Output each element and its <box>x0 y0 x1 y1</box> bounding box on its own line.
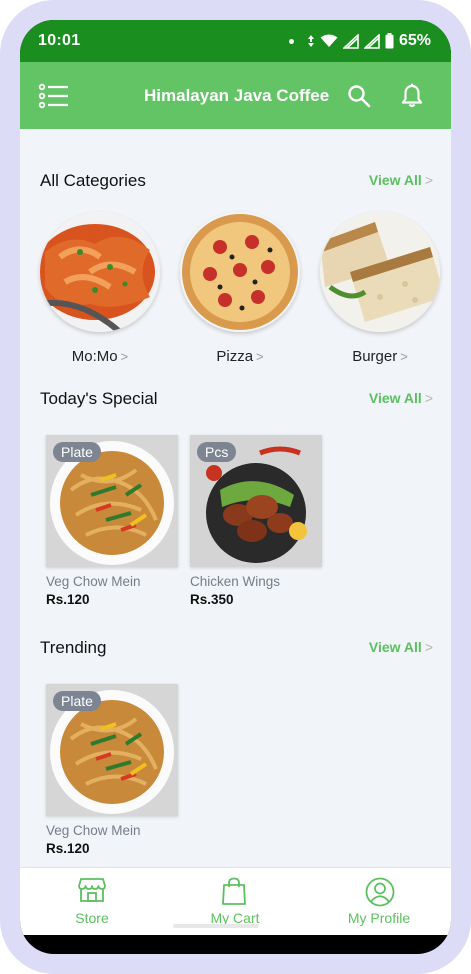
nav-store-label: Store <box>75 910 109 926</box>
special-header: Today's Special View All > <box>40 389 433 413</box>
store-icon <box>78 878 106 902</box>
trending-header: Trending View All > <box>40 638 433 662</box>
product-name: Veg Chow Mein <box>46 574 141 589</box>
product-price: Rs.120 <box>46 592 90 607</box>
momo-image <box>40 212 160 332</box>
profile-icon <box>365 877 395 907</box>
home-indicator[interactable] <box>173 924 259 928</box>
categories-view-all-link[interactable]: View All > <box>369 172 433 188</box>
category-pizza[interactable]: Pizza > <box>180 212 300 366</box>
app-title: Himalayan Java Coffee <box>144 86 330 105</box>
unit-badge: Pcs <box>197 442 237 462</box>
screen: 10:01 65% Himalayan Java Coffee All Cate… <box>20 20 451 954</box>
menu-icon[interactable] <box>38 82 70 110</box>
status-bar: 10:01 65% <box>20 20 451 62</box>
chevron-right-icon: > <box>256 349 264 364</box>
product-name: Veg Chow Mein <box>46 823 141 838</box>
data-transfer-icon <box>307 35 314 47</box>
categories-header: All Categories View All > <box>40 171 433 195</box>
category-name: Pizza <box>216 348 254 365</box>
special-view-all-link[interactable]: View All > <box>369 390 433 406</box>
unit-badge: Plate <box>53 691 101 711</box>
view-all-label: View All <box>368 639 422 655</box>
category-label: Burger > <box>352 348 408 365</box>
battery-icon <box>385 33 394 49</box>
main-content: All Categories View All > Mo:Mo > Pizza … <box>20 129 451 867</box>
product-price: Rs.350 <box>190 592 234 607</box>
chow-mein-image: Plate <box>46 435 178 567</box>
app-bar: Himalayan Java Coffee <box>20 62 451 129</box>
notification-bell-icon[interactable] <box>400 83 424 109</box>
product-price: Rs.120 <box>46 841 90 856</box>
chevron-right-icon: > <box>120 349 129 364</box>
special-title: Today's Special <box>40 389 158 408</box>
shopping-bag-icon <box>222 877 246 905</box>
trending-view-all-link[interactable]: View All > <box>369 639 433 655</box>
signal-icon <box>342 33 359 49</box>
category-label: Pizza > <box>216 348 263 365</box>
notification-dot-icon <box>288 38 294 44</box>
wifi-icon <box>320 34 338 47</box>
burger-image <box>320 212 440 332</box>
trending-title: Trending <box>40 638 107 657</box>
pizza-image <box>180 212 300 332</box>
category-momo[interactable]: Mo:Mo > <box>40 212 160 366</box>
search-icon[interactable] <box>347 84 371 108</box>
product-name: Chicken Wings <box>190 574 281 589</box>
status-icons: 65% <box>288 32 431 50</box>
chevron-right-icon: > <box>424 390 433 406</box>
nav-store[interactable]: Store <box>32 868 152 936</box>
product-card-chicken-wings[interactable]: Pcs Chicken Wings Rs.350 <box>190 435 322 607</box>
product-card-veg-chow-mein[interactable]: Plate Veg Chow Mein Rs.120 <box>46 435 178 607</box>
chow-mein-image: Plate <box>46 684 178 816</box>
unit-badge: Plate <box>53 442 101 462</box>
status-time: 10:01 <box>38 32 81 49</box>
chevron-right-icon: > <box>424 639 433 655</box>
categories-title: All Categories <box>40 171 146 190</box>
nav-profile[interactable]: My Profile <box>319 868 439 936</box>
battery-percent: 65% <box>398 32 431 49</box>
category-name: Burger <box>352 348 398 365</box>
view-all-label: View All <box>368 390 422 406</box>
chevron-right-icon: > <box>400 349 408 364</box>
chicken-wings-image: Pcs <box>190 435 322 567</box>
category-name: Mo:Mo <box>71 348 118 365</box>
signal-icon-2 <box>363 33 380 49</box>
category-burger[interactable]: Burger > <box>320 212 440 366</box>
product-card-veg-chow-mein-trending[interactable]: Plate Veg Chow Mein Rs.120 <box>46 684 178 856</box>
nav-profile-label: My Profile <box>347 910 411 926</box>
category-label: Mo:Mo > <box>72 348 128 365</box>
view-all-label: View All <box>368 172 422 188</box>
chevron-right-icon: > <box>424 172 433 188</box>
